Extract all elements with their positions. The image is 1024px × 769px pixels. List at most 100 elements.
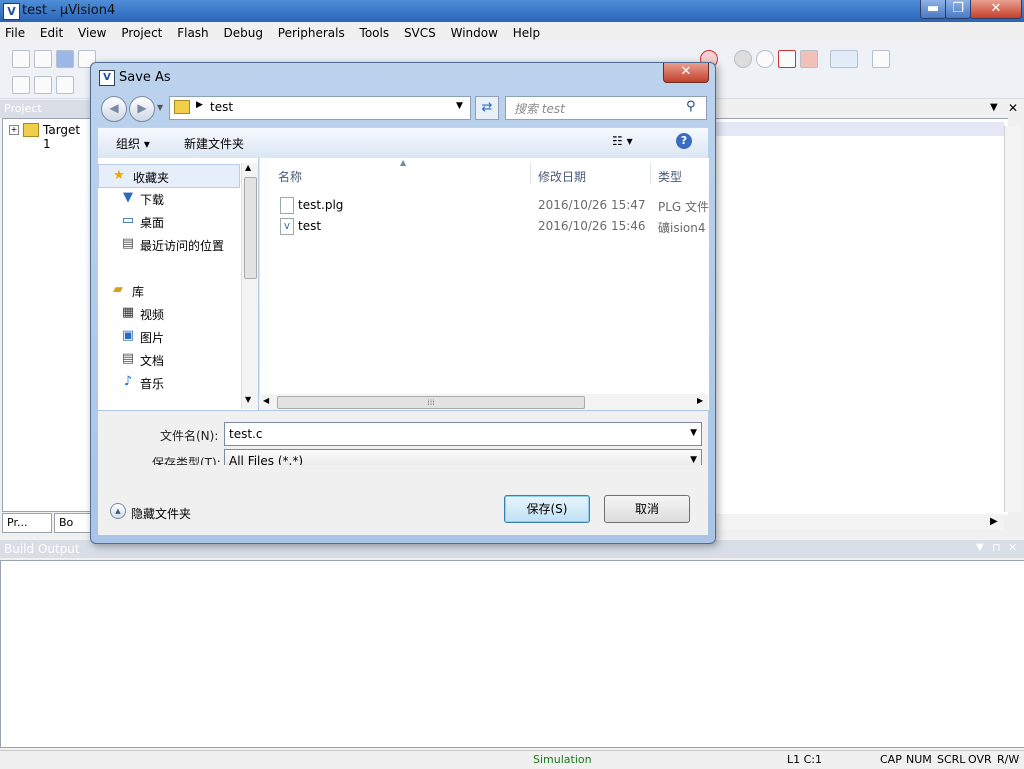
build-close-icon[interactable]: ✕ bbox=[1008, 541, 1017, 554]
editor-header: ▼ ✕ bbox=[714, 100, 1024, 118]
build-pin-icon[interactable]: ⊓ bbox=[992, 541, 1001, 554]
maximize-button[interactable]: ❐ bbox=[945, 0, 971, 19]
build-icon[interactable] bbox=[34, 76, 52, 94]
editor-horizontal-scrollbar[interactable]: ▶ bbox=[714, 514, 1004, 530]
project-tree-item-target[interactable]: Target 1 bbox=[43, 123, 91, 151]
nav-favorites[interactable]: ★ 收藏夹 bbox=[98, 164, 240, 188]
open-file-icon[interactable] bbox=[34, 50, 52, 68]
build-dropdown-icon[interactable]: ▼ bbox=[976, 542, 984, 553]
clear-breakpoints-icon[interactable] bbox=[800, 50, 818, 68]
window-layout-icon[interactable] bbox=[830, 50, 858, 68]
tab-books[interactable]: Bo bbox=[54, 513, 94, 533]
nav-videos[interactable]: ▦ 视频 bbox=[98, 302, 238, 324]
nav-music[interactable]: ♪ 音乐 bbox=[98, 371, 238, 393]
kill-breakpoints-icon[interactable] bbox=[778, 50, 796, 68]
nav-documents[interactable]: ▤ 文档 bbox=[98, 348, 238, 370]
filetype-dropdown-icon[interactable]: ▼ bbox=[690, 455, 697, 465]
refresh-icon[interactable]: ⇄ bbox=[475, 96, 499, 120]
status-ovr: OVR bbox=[968, 753, 992, 766]
save-fields: 文件名(N): test.c ▼ 保存类型(T): All Files (*.*… bbox=[98, 411, 708, 473]
navigation-pane-scrollbar[interactable]: ▲ ▼ bbox=[241, 163, 258, 409]
menu-tools[interactable]: Tools bbox=[355, 22, 396, 40]
navigation-scroll-thumb[interactable] bbox=[244, 177, 257, 279]
search-input[interactable]: 搜索 test ⚲ bbox=[505, 96, 707, 120]
column-header-name[interactable]: 名称 bbox=[278, 168, 302, 185]
expand-toggle-icon[interactable]: + bbox=[9, 125, 19, 135]
file-date: 2016/10/26 15:47 bbox=[538, 198, 646, 212]
breadcrumb-chevron-icon[interactable]: ▶ bbox=[196, 100, 203, 110]
filename-dropdown-icon[interactable]: ▼ bbox=[690, 428, 697, 438]
menu-view[interactable]: View bbox=[73, 22, 112, 40]
nav-recent-places[interactable]: ▤ 最近访问的位置 bbox=[98, 233, 241, 255]
file-name: test.plg bbox=[298, 198, 344, 212]
organize-button[interactable]: 组织 ▾ bbox=[116, 135, 150, 152]
search-icon[interactable]: ⚲ bbox=[686, 99, 696, 114]
column-header-type[interactable]: 类型 bbox=[658, 168, 682, 185]
nav-libraries-label: 库 bbox=[132, 285, 145, 299]
hide-folders-button[interactable]: 隐藏文件夹 bbox=[131, 505, 191, 522]
menu-peripherals[interactable]: Peripherals bbox=[273, 22, 351, 40]
minimize-button[interactable]: ▬ bbox=[920, 0, 946, 19]
nav-libraries[interactable]: ▰ 库 bbox=[98, 279, 238, 301]
scroll-right-icon[interactable]: ▶ bbox=[990, 516, 998, 527]
menu-debug[interactable]: Debug bbox=[218, 22, 268, 40]
history-dropdown-icon[interactable]: ▼ bbox=[157, 103, 165, 113]
editor-close-icon[interactable]: ✕ bbox=[1008, 101, 1018, 115]
editor-area[interactable] bbox=[714, 118, 1008, 515]
file-row[interactable]: V test 2016/10/26 15:46 礦ision4 bbox=[260, 216, 709, 236]
address-current-folder[interactable]: test bbox=[210, 100, 233, 114]
translate-icon[interactable] bbox=[12, 76, 30, 94]
nav-downloads[interactable]: ▼ 下载 bbox=[98, 187, 238, 209]
window-title: test - µVision4 bbox=[22, 3, 116, 18]
status-num: NUM bbox=[906, 753, 932, 766]
breakpoint-disable-icon[interactable] bbox=[756, 50, 774, 68]
rebuild-icon[interactable] bbox=[56, 76, 74, 94]
scroll-right-icon[interactable]: ▶ bbox=[697, 396, 703, 405]
address-dropdown-icon[interactable]: ▼ bbox=[456, 101, 463, 111]
uvision-app-icon: V bbox=[3, 3, 20, 20]
menu-svcs[interactable]: SVCS bbox=[399, 22, 442, 40]
forward-arrow-icon[interactable]: ▶ bbox=[129, 96, 155, 122]
collapse-up-icon[interactable]: ▲ bbox=[110, 503, 126, 519]
scroll-down-icon[interactable]: ▼ bbox=[245, 395, 251, 404]
save-button[interactable]: 保存(S) bbox=[504, 495, 590, 523]
file-type: 礦ision4 bbox=[658, 221, 706, 235]
scroll-left-icon[interactable]: ◀ bbox=[263, 396, 269, 405]
save-icon[interactable] bbox=[56, 50, 74, 68]
help-icon[interactable]: ? bbox=[676, 133, 692, 149]
downloads-icon: ▼ bbox=[123, 190, 133, 205]
file-list-scroll-thumb[interactable]: ⁞⁞⁞ bbox=[277, 396, 585, 409]
address-bar[interactable]: ▶ test ▼ bbox=[169, 96, 471, 120]
column-header-date[interactable]: 修改日期 bbox=[538, 168, 586, 185]
menu-file[interactable]: File bbox=[0, 22, 31, 40]
dialog-close-button[interactable]: ✕ bbox=[663, 63, 709, 83]
nav-pictures[interactable]: ▣ 图片 bbox=[98, 325, 238, 347]
menu-project[interactable]: Project bbox=[116, 22, 168, 40]
file-list-horizontal-scrollbar[interactable]: ◀ ⁞⁞⁞ ▶ bbox=[259, 394, 708, 410]
column-divider[interactable] bbox=[650, 162, 651, 184]
build-output-area[interactable] bbox=[0, 560, 1024, 748]
configure-icon[interactable] bbox=[872, 50, 890, 68]
close-window-button[interactable]: ✕ bbox=[970, 0, 1022, 19]
view-options-icon[interactable]: ☷ ▾ bbox=[612, 134, 633, 148]
column-divider[interactable] bbox=[530, 162, 531, 184]
nav-desktop[interactable]: ▭ 桌面 bbox=[98, 210, 238, 232]
breakpoint-icon[interactable] bbox=[734, 50, 752, 68]
dialog-title: Save As bbox=[119, 70, 171, 85]
file-row[interactable]: test.plg 2016/10/26 15:47 PLG 文件 bbox=[260, 195, 709, 215]
back-arrow-icon[interactable]: ◀ bbox=[101, 96, 127, 122]
menu-help[interactable]: Help bbox=[508, 22, 546, 40]
filename-input[interactable]: test.c ▼ bbox=[224, 422, 702, 446]
menu-window[interactable]: Window bbox=[446, 22, 504, 40]
tab-project[interactable]: Pr... bbox=[2, 513, 52, 533]
editor-dropdown-icon[interactable]: ▼ bbox=[990, 102, 998, 113]
new-folder-button[interactable]: 新建文件夹 bbox=[184, 135, 244, 152]
menu-flash[interactable]: Flash bbox=[172, 22, 214, 40]
plg-file-icon bbox=[280, 197, 294, 214]
cancel-button[interactable]: 取消 bbox=[604, 495, 690, 523]
new-file-icon[interactable] bbox=[12, 50, 30, 68]
scroll-up-icon[interactable]: ▲ bbox=[245, 163, 251, 172]
menu-edit[interactable]: Edit bbox=[35, 22, 69, 40]
editor-vertical-scrollbar[interactable] bbox=[1004, 126, 1021, 512]
libraries-folder-icon: ▰ bbox=[113, 282, 123, 297]
